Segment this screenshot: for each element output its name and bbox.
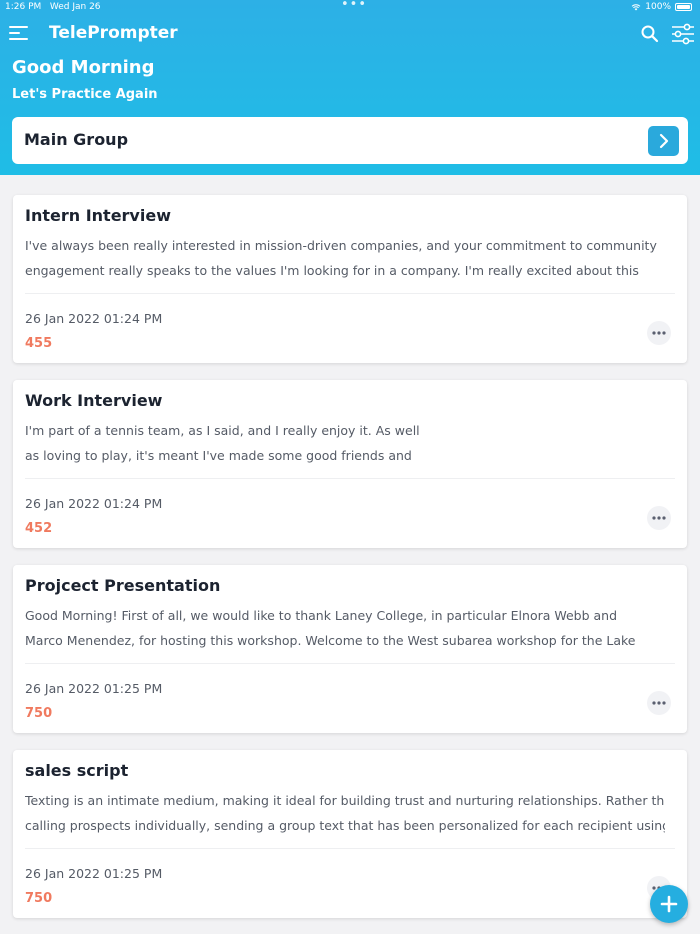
- script-word-count: 452: [25, 521, 53, 536]
- app-title: TelePrompter: [49, 23, 178, 43]
- script-card[interactable]: sales script Texting is an intimate medi…: [13, 750, 687, 918]
- battery-percent: 100%: [645, 2, 671, 12]
- card-divider: [25, 848, 675, 849]
- script-card[interactable]: Projcect Presentation Good Morning! Firs…: [13, 565, 687, 733]
- battery-icon: [675, 3, 692, 11]
- plus-icon: [660, 895, 678, 913]
- status-time: 1:26 PM Wed Jan 26: [5, 2, 101, 12]
- greeting-title: Good Morning: [12, 57, 155, 78]
- group-selector[interactable]: Main Group: [12, 117, 688, 164]
- script-preview-line: I've always been really interested in mi…: [25, 238, 657, 253]
- script-preview: Good Morning! First of all, we would lik…: [25, 603, 665, 653]
- script-title: Projcect Presentation: [25, 576, 221, 595]
- more-dots-icon: [652, 701, 666, 705]
- script-title: Intern Interview: [25, 206, 171, 225]
- status-bar: 1:26 PM Wed Jan 26 ••• 100%: [0, 0, 700, 14]
- sliders-icon[interactable]: [671, 23, 695, 45]
- greeting-subtitle: Let's Practice Again: [12, 87, 158, 102]
- multitask-dots[interactable]: •••: [341, 0, 367, 12]
- hamburger-menu-icon[interactable]: [8, 24, 32, 42]
- status-indicators: 100%: [631, 2, 692, 12]
- more-dots-icon: [652, 331, 666, 335]
- add-script-button[interactable]: [650, 885, 688, 923]
- script-preview-line: as loving to play, it's meant I've made …: [25, 448, 412, 463]
- group-open-button[interactable]: [648, 126, 679, 156]
- script-date: 26 Jan 2022 01:24 PM: [25, 496, 163, 511]
- script-title: Work Interview: [25, 391, 163, 410]
- card-divider: [25, 663, 675, 664]
- more-dots-icon: [652, 516, 666, 520]
- script-title: sales script: [25, 761, 129, 780]
- script-card[interactable]: Intern Interview I've always been really…: [13, 195, 687, 363]
- script-preview-line: Good Morning! First of all, we would lik…: [25, 608, 618, 623]
- more-options-button[interactable]: [647, 506, 671, 530]
- script-date: 26 Jan 2022 01:25 PM: [25, 866, 163, 881]
- script-word-count: 750: [25, 706, 53, 721]
- group-label: Main Group: [24, 130, 129, 149]
- more-options-button[interactable]: [647, 321, 671, 345]
- app-header: 1:26 PM Wed Jan 26 ••• 100% TelePrompter…: [0, 0, 700, 175]
- script-preview: I've always been really interested in mi…: [25, 233, 665, 283]
- wifi-icon: [631, 4, 641, 11]
- script-preview: Texting is an intimate medium, making it…: [25, 788, 665, 838]
- script-card[interactable]: Work Interview I'm part of a tennis team…: [13, 380, 687, 548]
- more-options-button[interactable]: [647, 691, 671, 715]
- script-word-count: 750: [25, 891, 53, 906]
- script-date: 26 Jan 2022 01:25 PM: [25, 681, 163, 696]
- card-divider: [25, 293, 675, 294]
- script-preview: I'm part of a tennis team, as I said, an…: [25, 418, 665, 468]
- script-date: 26 Jan 2022 01:24 PM: [25, 311, 163, 326]
- script-preview-line: engagement really speaks to the values I…: [25, 263, 639, 278]
- script-preview-line: Marco Menendez, for hosting this worksho…: [25, 633, 636, 648]
- script-word-count: 455: [25, 336, 53, 351]
- search-icon[interactable]: [640, 24, 660, 44]
- chevron-right-icon: [659, 133, 668, 149]
- script-preview-line: calling prospects individually, sending …: [25, 818, 665, 833]
- script-preview-line: Texting is an intimate medium, making it…: [25, 793, 665, 808]
- card-divider: [25, 478, 675, 479]
- script-preview-line: I'm part of a tennis team, as I said, an…: [25, 423, 420, 438]
